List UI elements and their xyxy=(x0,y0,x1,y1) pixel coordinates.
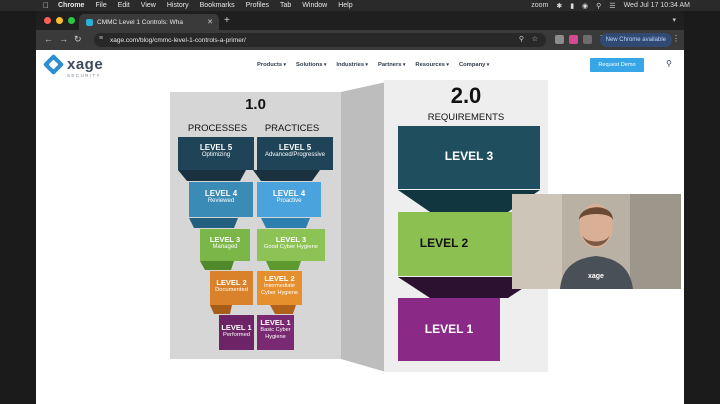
practice-level-5: LEVEL 5 Advanced/Progressive xyxy=(257,137,333,170)
zoom-window-icon[interactable] xyxy=(68,17,75,24)
process-level-4: LEVEL 4 Reviewed xyxy=(189,182,253,217)
presenter-video[interactable]: xage xyxy=(512,194,681,289)
wifi-icon[interactable]: ◉ xyxy=(582,2,588,10)
process-level-5-label: Optimizing xyxy=(201,152,231,158)
window-controls xyxy=(44,17,75,24)
process-level-3-label: Managed xyxy=(212,244,238,250)
practice-level-2-title: LEVEL 2 xyxy=(264,274,295,283)
menu-app-name[interactable]: Chrome xyxy=(58,0,84,11)
practice-level-3-label: Good Cyber Hygiene xyxy=(263,244,319,250)
shirt-logo: xage xyxy=(588,273,604,280)
nav-industries[interactable]: Industries xyxy=(336,62,368,68)
site-search-icon[interactable]: ⚲ xyxy=(666,59,672,68)
menu-window[interactable]: Window xyxy=(302,0,327,11)
menu-bookmarks[interactable]: Bookmarks xyxy=(200,0,235,11)
back-icon[interactable]: ← xyxy=(44,34,53,44)
process-level-4-title: LEVEL 4 xyxy=(204,189,238,198)
nav-company[interactable]: Company xyxy=(459,62,489,68)
practice-level-1-title: LEVEL 1 xyxy=(260,318,291,327)
chrome-update-button[interactable]: New Chrome available xyxy=(599,33,672,47)
process-level-1: LEVEL 1 Performed xyxy=(219,315,254,350)
extension-icon[interactable] xyxy=(555,35,564,44)
apple-icon[interactable]:  xyxy=(43,1,49,10)
menu-profiles[interactable]: Profiles xyxy=(246,0,269,11)
presenter-picture: xage xyxy=(512,194,681,289)
control-center-icon[interactable]: ☰ xyxy=(609,2,615,10)
reload-icon[interactable]: ↻ xyxy=(74,34,82,45)
menu-view[interactable]: View xyxy=(141,0,156,11)
menu-tab[interactable]: Tab xyxy=(280,0,291,11)
practice-level-2: LEVEL 2 Intermediate Cyber Hygiene xyxy=(257,271,302,305)
process-level-2: LEVEL 2 Documented xyxy=(210,271,253,305)
chrome-menu-icon[interactable]: ⋮ xyxy=(672,34,680,43)
logo-wordmark: xage xyxy=(67,55,104,73)
tab-active[interactable]: CMMC Level 1 Controls: Wha ✕ xyxy=(79,14,219,30)
practice-level-4-label: Proactive xyxy=(276,198,302,204)
extension-s-icon[interactable] xyxy=(569,35,578,44)
tab-strip: CMMC Level 1 Controls: Wha ✕ + ▾ xyxy=(36,11,684,30)
request-demo-button[interactable]: Request Demo xyxy=(590,58,644,72)
menu-clock[interactable]: Wed Jul 17 10:34 AM xyxy=(624,2,690,9)
new-tab-icon[interactable]: + xyxy=(224,15,230,26)
process-level-5: LEVEL 5 Optimizing xyxy=(178,137,254,170)
requirement-level-1: LEVEL 1 xyxy=(398,298,500,361)
nav-partners[interactable]: Partners xyxy=(378,62,405,68)
process-level-4-label: Reviewed xyxy=(207,198,235,204)
nav-products[interactable]: Products xyxy=(257,62,286,68)
practice-level-3: LEVEL 3 Good Cyber Hygiene xyxy=(257,229,325,261)
tab-title: CMMC Level 1 Controls: Wha xyxy=(97,18,183,26)
tab-search-icon[interactable]: ▾ xyxy=(672,16,676,24)
forward-icon[interactable]: → xyxy=(59,34,68,44)
search-spotlight-icon[interactable]: ⚲ xyxy=(596,2,601,10)
close-window-icon[interactable] xyxy=(44,17,51,24)
practice-level-4-title: LEVEL 4 xyxy=(272,189,306,198)
process-level-5-title: LEVEL 5 xyxy=(199,143,233,152)
site-info-icon[interactable]: ≡ xyxy=(99,35,103,42)
close-tab-icon[interactable]: ✕ xyxy=(207,18,213,26)
screen:  Chrome File Edit View History Bookmark… xyxy=(0,0,720,404)
bookmark-star-icon[interactable]: ☆ xyxy=(532,35,538,43)
nav-resources[interactable]: Resources xyxy=(415,62,449,68)
logo-subtitle: SECURITY xyxy=(67,73,101,78)
menu-history[interactable]: History xyxy=(167,0,189,11)
practice-level-5-title: LEVEL 5 xyxy=(278,143,312,152)
site-logo[interactable]: xage SECURITY xyxy=(42,53,104,78)
process-level-1-title: LEVEL 1 xyxy=(221,323,252,332)
extensions-puzzle-icon[interactable] xyxy=(583,35,592,44)
practice-level-1-label: Basic Cyber Hygiene xyxy=(260,327,291,340)
url-text: xage.com/blog/cmmc-level-1-controls-a-pr… xyxy=(110,36,246,44)
bluetooth-icon[interactable]: ✱ xyxy=(556,2,562,10)
practice-level-5-label: Advanced/Progressive xyxy=(264,152,326,158)
menu-edit[interactable]: Edit xyxy=(118,0,130,11)
zoom-status[interactable]: zoom xyxy=(531,2,548,9)
zoom-lens-icon[interactable]: ⚲ xyxy=(519,35,524,43)
requirement-level-3-title: LEVEL 3 xyxy=(444,149,494,163)
site-nav: Products Solutions Industries Partners R… xyxy=(257,62,489,68)
process-level-1-label: Performed xyxy=(222,332,251,338)
battery-icon[interactable]: ▮ xyxy=(570,2,574,10)
nav-solutions[interactable]: Solutions xyxy=(296,62,326,68)
address-bar[interactable]: ≡ xage.com/blog/cmmc-level-1-controls-a-… xyxy=(94,33,546,47)
browser-toolbar: ← → ↻ ≡ xage.com/blog/cmmc-level-1-contr… xyxy=(36,30,684,50)
process-level-2-title: LEVEL 2 xyxy=(216,278,247,287)
process-level-3-title: LEVEL 3 xyxy=(209,235,241,244)
menu-file[interactable]: File xyxy=(95,0,106,11)
cmmc-diagram: 1.0 PROCESSES PRACTICES 2.0 REQUIREMENTS xyxy=(162,78,562,378)
practice-level-3-title: LEVEL 3 xyxy=(275,235,307,244)
macos-menu-bar:  Chrome File Edit View History Bookmark… xyxy=(0,0,720,11)
practice-level-4: LEVEL 4 Proactive xyxy=(257,182,321,217)
process-level-3: LEVEL 3 Managed xyxy=(200,229,250,261)
minimize-window-icon[interactable] xyxy=(56,17,63,24)
process-level-2-label: Documented xyxy=(215,287,248,293)
xage-logo-icon xyxy=(42,53,65,76)
requirement-level-3: LEVEL 3 xyxy=(398,126,540,189)
xage-favicon-icon xyxy=(86,18,93,26)
practice-level-2-label: Intermediate Cyber Hygiene xyxy=(261,283,298,296)
menu-bar-extras: zoom ✱ ▮ ◉ ⚲ ☰ Wed Jul 17 10:34 AM xyxy=(531,0,690,11)
menu-help[interactable]: Help xyxy=(338,0,352,11)
practice-level-1: LEVEL 1 Basic Cyber Hygiene xyxy=(257,315,294,350)
requirement-level-1-title: LEVEL 1 xyxy=(424,322,474,336)
